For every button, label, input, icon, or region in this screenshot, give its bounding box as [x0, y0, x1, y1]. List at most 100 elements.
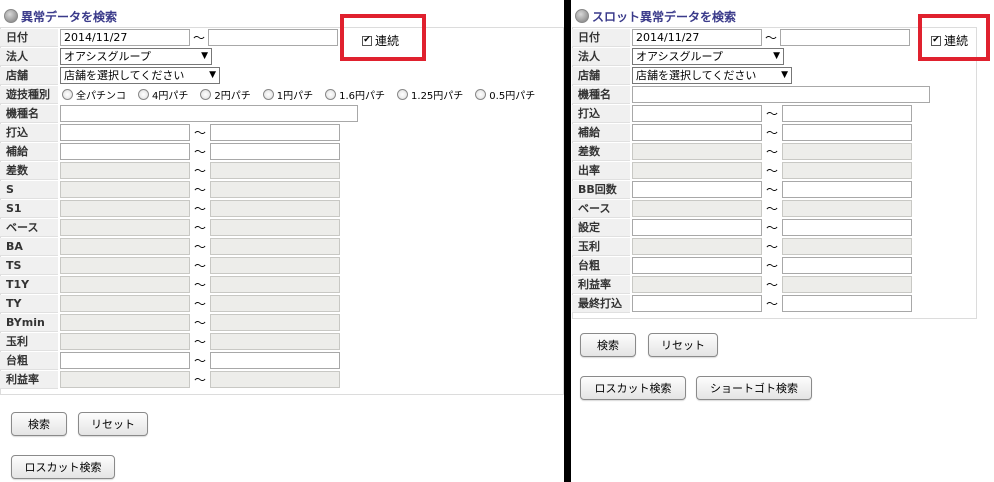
- game-type-radio-option[interactable]: 4円パチ: [138, 87, 188, 102]
- range-from-input[interactable]: [60, 352, 190, 369]
- store-select-value: 店舗を選択してください: [64, 69, 185, 82]
- range-row: ベース 〜: [572, 199, 977, 218]
- range-from-input[interactable]: [632, 124, 762, 141]
- range-to-input[interactable]: [782, 181, 912, 198]
- store-label: 店舗: [572, 66, 630, 85]
- tilde: 〜: [765, 183, 778, 197]
- tilde: 〜: [192, 31, 205, 45]
- radio-button[interactable]: [200, 89, 212, 100]
- range-to-input[interactable]: [782, 257, 912, 274]
- store-row: 店舗 店舗を選択してください ▼: [0, 66, 564, 85]
- date-row: 日付 〜: [572, 28, 977, 47]
- tilde: 〜: [193, 164, 206, 178]
- radio-button[interactable]: [325, 89, 337, 100]
- range-row-label: S1: [0, 199, 58, 218]
- highlight-frame: [918, 14, 990, 61]
- game-type-radio-option[interactable]: 1.6円パチ: [325, 87, 385, 102]
- range-to-input: [782, 143, 912, 160]
- store-select[interactable]: 店舗を選択してください ▼: [632, 67, 792, 84]
- range-row-label: ベース: [572, 199, 630, 218]
- range-from-input: [60, 333, 190, 350]
- short-goto-search-button[interactable]: ショートゴト検索: [696, 376, 812, 400]
- range-row: 玉利 〜: [0, 332, 564, 351]
- range-row-label: 設定: [572, 218, 630, 237]
- date-to-input[interactable]: [780, 29, 910, 46]
- loss-cut-search-button[interactable]: ロスカット検索: [11, 455, 115, 479]
- radio-label: 1.6円パチ: [339, 91, 386, 102]
- model-label: 機種名: [0, 104, 58, 123]
- range-row: BYmin 〜: [0, 313, 564, 332]
- highlight-frame: [340, 14, 426, 61]
- tilde: 〜: [193, 145, 206, 159]
- game-type-radio-option[interactable]: 1円パチ: [262, 87, 313, 102]
- radio-button[interactable]: [475, 89, 487, 100]
- range-to-input[interactable]: [782, 124, 912, 141]
- range-to-input: [210, 238, 340, 255]
- corp-select[interactable]: オアシスグループ ▼: [60, 48, 212, 65]
- range-from-input[interactable]: [632, 219, 762, 236]
- range-from-input: [60, 219, 190, 236]
- radio-button[interactable]: [262, 89, 274, 100]
- search-button[interactable]: 検索: [580, 333, 636, 357]
- range-from-input[interactable]: [632, 295, 762, 312]
- range-row-label: ベース: [0, 218, 58, 237]
- range-to-input[interactable]: [782, 295, 912, 312]
- model-row: 機種名: [0, 104, 564, 123]
- tilde: 〜: [193, 126, 206, 140]
- range-to-input[interactable]: [782, 105, 912, 122]
- range-row-label: 台粗: [572, 256, 630, 275]
- panel-divider: [564, 0, 571, 482]
- radio-label: 0.5円パチ: [489, 91, 536, 102]
- tilde: 〜: [765, 145, 778, 159]
- range-row: 利益率 〜: [572, 275, 977, 294]
- range-to-input: [210, 200, 340, 217]
- range-to-input[interactable]: [210, 124, 340, 141]
- radio-label: 2円パチ: [214, 91, 251, 102]
- range-to-input[interactable]: [210, 143, 340, 160]
- pachinko-search-panel: 異常データを検索 日付 〜 法人 オアシスグループ ▼ 店舗 店舗を選択してくだ…: [0, 0, 564, 482]
- range-from-input[interactable]: [60, 143, 190, 160]
- panel-title-text: スロット異常データを検索: [592, 9, 737, 24]
- panel-title: 異常データを検索: [4, 8, 117, 24]
- range-row-label: BYmin: [0, 313, 58, 332]
- store-row: 店舗 店舗を選択してください ▼: [572, 66, 977, 85]
- tilde: 〜: [193, 221, 206, 235]
- radio-button[interactable]: [397, 89, 409, 100]
- model-name-input[interactable]: [60, 105, 358, 122]
- range-row-label: 出率: [572, 161, 630, 180]
- dropdown-arrow-icon: ▼: [781, 70, 788, 80]
- range-from-input[interactable]: [632, 105, 762, 122]
- model-name-input[interactable]: [632, 86, 930, 103]
- reset-button[interactable]: リセット: [648, 333, 718, 357]
- range-from-input[interactable]: [632, 181, 762, 198]
- corp-label: 法人: [572, 47, 630, 66]
- date-to-input[interactable]: [208, 29, 338, 46]
- game-type-radio-option[interactable]: 1.25円パチ: [397, 87, 463, 102]
- tilde: 〜: [765, 259, 778, 273]
- range-to-input[interactable]: [210, 352, 340, 369]
- radio-button[interactable]: [62, 89, 73, 100]
- loss-cut-search-button[interactable]: ロスカット検索: [580, 376, 686, 400]
- range-row-label: 玉利: [572, 237, 630, 256]
- range-row-label: 差数: [0, 161, 58, 180]
- sphere-icon: [575, 9, 589, 23]
- tilde: 〜: [765, 297, 778, 311]
- date-from-input[interactable]: [60, 29, 190, 46]
- tilde: 〜: [193, 354, 206, 368]
- corp-select[interactable]: オアシスグループ ▼: [632, 48, 784, 65]
- radio-button[interactable]: [138, 89, 149, 100]
- range-from-input: [632, 238, 762, 255]
- search-button[interactable]: 検索: [11, 412, 67, 436]
- store-select-value: 店舗を選択してください: [636, 69, 757, 82]
- game-type-radio-option[interactable]: 2円パチ: [200, 87, 251, 102]
- game-type-radio-option[interactable]: 0.5円パチ: [475, 87, 535, 102]
- date-from-input[interactable]: [632, 29, 762, 46]
- range-from-input[interactable]: [60, 124, 190, 141]
- range-to-input[interactable]: [782, 219, 912, 236]
- tilde: 〜: [765, 240, 778, 254]
- range-from-input[interactable]: [632, 257, 762, 274]
- store-select[interactable]: 店舗を選択してください ▼: [60, 67, 220, 84]
- range-to-input: [210, 295, 340, 312]
- reset-button[interactable]: リセット: [78, 412, 148, 436]
- game-type-radio-option[interactable]: 全パチンコ: [62, 87, 126, 102]
